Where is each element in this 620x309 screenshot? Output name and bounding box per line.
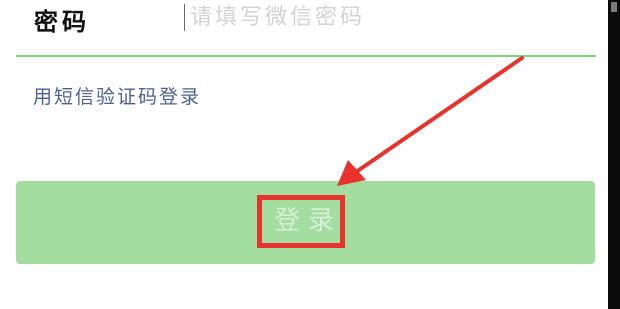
password-label: 密码 — [34, 8, 90, 36]
login-screen: 密码 用短信验证码登录 登录 — [0, 0, 620, 309]
password-input[interactable] — [190, 0, 570, 34]
sms-login-link[interactable]: 用短信验证码登录 — [33, 82, 201, 109]
annotation-highlight-box — [257, 195, 345, 248]
text-cursor — [184, 4, 185, 31]
password-field-underline — [16, 55, 596, 57]
edge-mark — [611, 2, 617, 12]
password-field-row: 密码 — [0, 0, 596, 56]
window-edge — [608, 0, 620, 309]
